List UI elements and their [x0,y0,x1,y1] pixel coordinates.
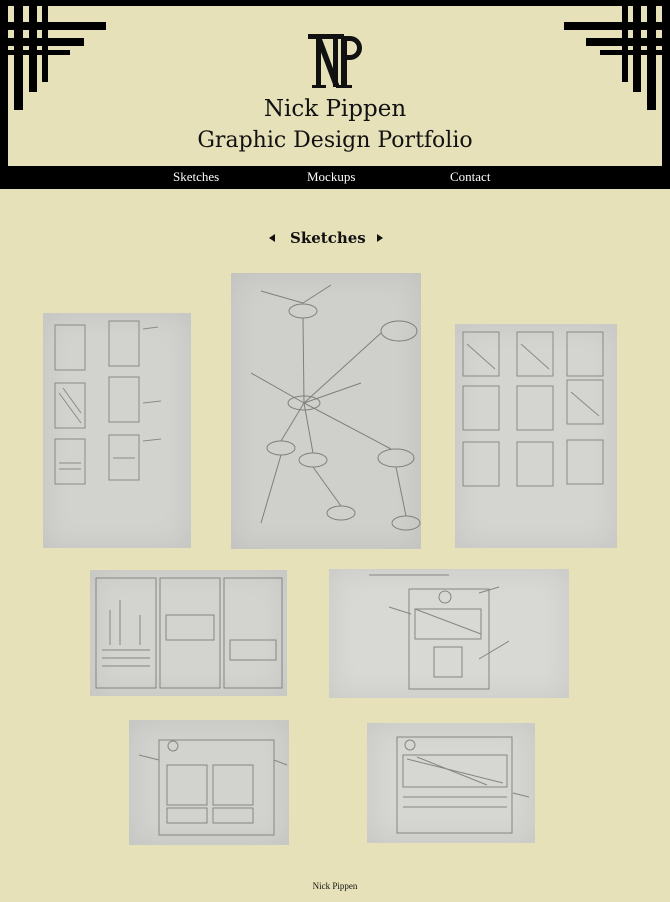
gallery-title: Sketches [290,229,366,247]
nav-link-mockups[interactable]: Mockups [307,169,355,185]
prev-arrow-icon[interactable] [269,234,275,242]
sketch-drawing [138,739,288,836]
sketch-image-mobile-design[interactable] [329,569,569,698]
sketch-image-desktop-layout[interactable] [129,720,289,845]
site-subtitle: Graphic Design Portfolio [197,128,473,153]
nav-link-contact[interactable]: Contact [450,169,490,185]
sketch-image-desktop-homepage[interactable] [367,723,535,843]
next-arrow-icon[interactable] [377,234,383,242]
gallery-header: Sketches [0,229,670,249]
sketch-drawing [250,284,421,531]
sketch-image-tablet-thumbnails[interactable] [455,324,617,548]
sketch-drawing [95,577,283,689]
sketch-drawing [369,574,510,690]
sketch-image-mobile-thumbnails[interactable] [43,313,191,548]
sketch-image-mind-map[interactable] [231,273,421,549]
main-nav: Sketches Mockups Contact [0,166,670,189]
sketch-drawing [54,320,162,485]
site-header: Nick Pippen Graphic Design Portfolio [0,0,670,166]
site-footer: Nick Pippen [312,881,358,891]
sketch-drawing [462,331,604,487]
sketch-drawing [396,736,530,834]
site-owner-name: Nick Pippen [263,96,407,122]
nav-link-sketches[interactable]: Sketches [173,169,219,185]
np-monogram-logo [308,34,362,88]
sketch-image-desktop-thumbnails[interactable] [90,570,287,696]
